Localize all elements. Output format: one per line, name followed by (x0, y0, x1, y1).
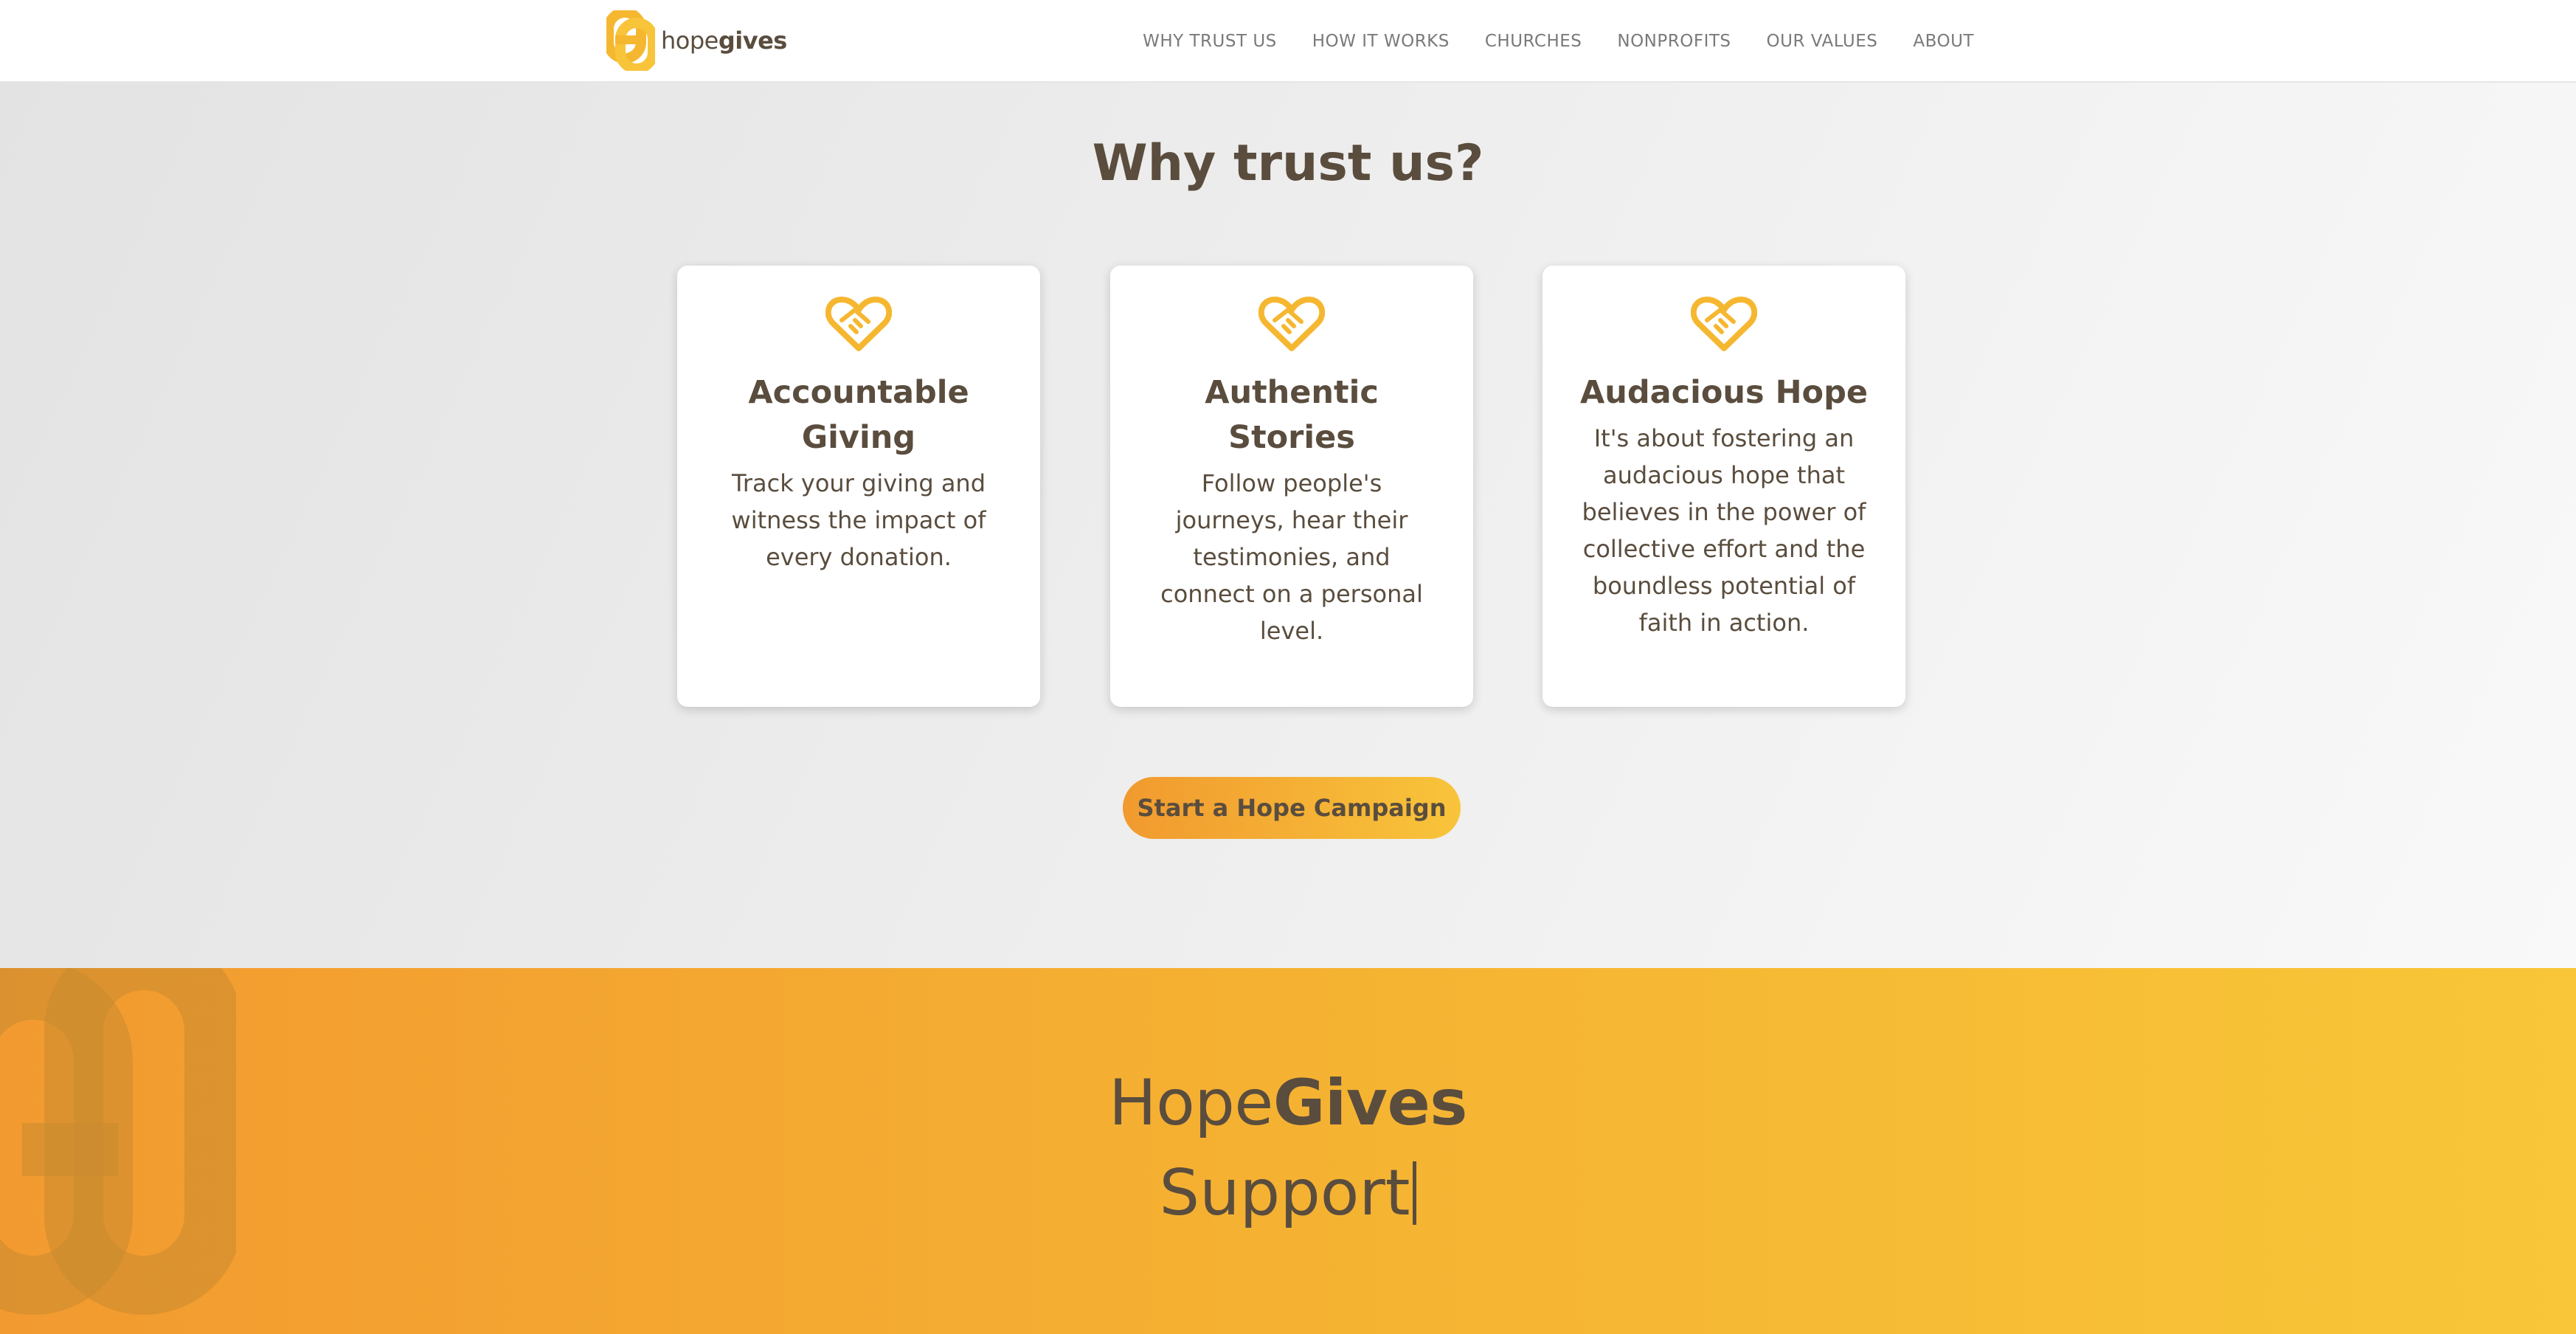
card-text: Follow people's journeys, hear their tes… (1160, 469, 1423, 645)
start-hope-campaign-button[interactable]: Start a Hope Campaign (1123, 777, 1461, 839)
card-audacious-hope: Audacious Hope It's about fostering an a… (1543, 266, 1905, 707)
band-title: HopeGives (1109, 1066, 1467, 1140)
hero-band: HopeGives Support (0, 968, 2576, 1334)
text-cursor (1413, 1161, 1417, 1225)
nav-about[interactable]: ABOUT (1913, 32, 1974, 51)
heart-handshake-icon (825, 297, 892, 351)
nav-nonprofits[interactable]: NONPROFITS (1617, 32, 1731, 51)
card-accountable-giving: Accountable Giving Track your giving and… (677, 266, 1040, 707)
main-nav: WHY TRUST US HOW IT WORKS CHURCHES NONPR… (1143, 0, 1974, 83)
heart-handshake-icon (1258, 297, 1325, 351)
logo[interactable]: hopegives (606, 10, 787, 71)
nav-churches[interactable]: CHURCHES (1485, 32, 1582, 51)
heart-handshake-icon (1691, 297, 1757, 351)
brand-watermark-icon (0, 968, 236, 1315)
card-title: Accountable Giving (748, 374, 969, 456)
why-trust-us-section: Why trust us? Accountable Giving Track y… (0, 83, 2576, 968)
nav-how-it-works[interactable]: HOW IT WORKS (1312, 32, 1450, 51)
card-text: It's about fostering an audacious hope t… (1582, 424, 1866, 637)
logo-mark-icon (606, 10, 655, 71)
card-title: Authentic Stories (1205, 374, 1379, 456)
nav-our-values[interactable]: OUR VALUES (1767, 32, 1878, 51)
section-title: Why trust us? (1092, 134, 1484, 193)
site-header: hopegives WHY TRUST US HOW IT WORKS CHUR… (0, 0, 2576, 83)
band-typed-subtitle: Support (0, 1152, 2576, 1234)
card-title: Audacious Hope (1579, 374, 1869, 411)
card-authentic-stories: Authentic Stories Follow people's journe… (1110, 266, 1473, 707)
logo-wordmark: hopegives (661, 27, 787, 55)
card-text: Track your giving and witness the impact… (731, 469, 986, 571)
nav-why-trust-us[interactable]: WHY TRUST US (1143, 32, 1277, 51)
